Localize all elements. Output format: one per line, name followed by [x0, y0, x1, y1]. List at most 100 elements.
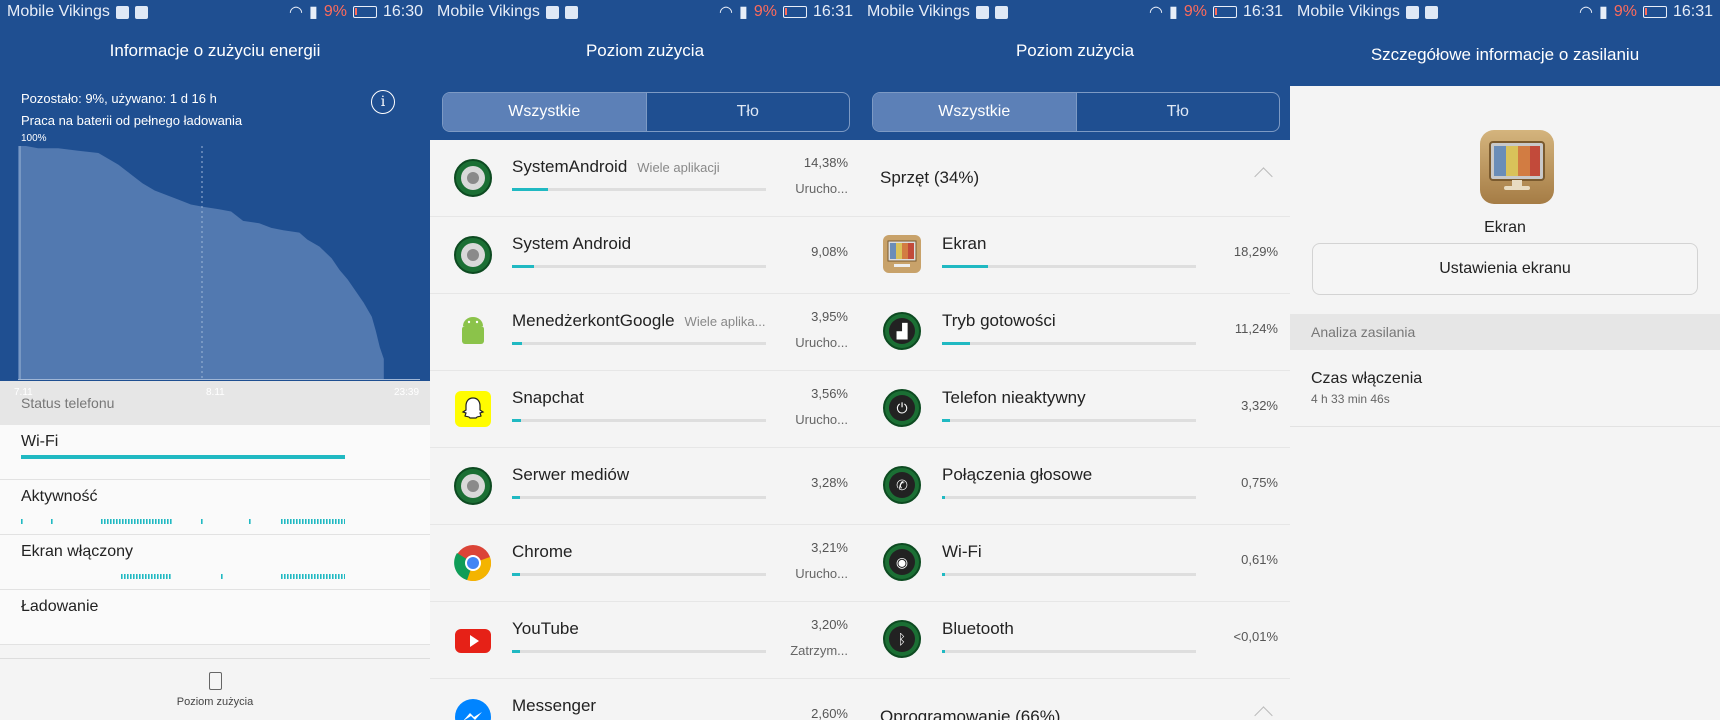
timeline-tick [133, 574, 135, 579]
timeline-tick [201, 519, 203, 524]
timeline-tick [314, 574, 316, 579]
battery-info-screen: Mobile Vikings ◠ ▮ 9% 16:30 Informacje o… [0, 0, 430, 720]
app-row[interactable]: Chrome 3,21% Urucho... [430, 525, 860, 602]
status-row-screen-on: Ekran włączony [0, 535, 430, 590]
usage-bar [512, 265, 766, 268]
battery-percent: 9% [323, 3, 347, 20]
timeline-tick [128, 519, 130, 524]
info-icon[interactable]: i [371, 90, 395, 114]
usage-level-button[interactable]: Poziom zużycia [0, 658, 430, 720]
app-status: Zatrzym... [790, 643, 848, 658]
status-row-label: Ekran włączony [21, 543, 134, 560]
usage-percent: 3,32% [1241, 398, 1278, 413]
app-row[interactable]: System Android 9,08% [430, 217, 860, 294]
timeline-tick [145, 574, 147, 579]
youtube-icon [453, 620, 493, 660]
timeline-tick [284, 519, 286, 524]
power-analysis-header: Analiza zasilania [1290, 314, 1720, 350]
battery-subtitle: Praca na baterii od pełnego ładowania [21, 113, 243, 128]
timeline-tick [127, 574, 129, 579]
app-name: YouTube [512, 619, 579, 638]
timeline-tick [314, 519, 316, 524]
timeline-tick [311, 519, 313, 524]
usage-apps-screen: Mobile Vikings ◠ ▮ 9% 16:31 Poziom zużyc… [430, 0, 860, 720]
usage-bar-fill [512, 650, 520, 653]
timeline-tick [143, 519, 145, 524]
timeline-tick [146, 519, 148, 524]
tab-bar: Wszystkie Tło [872, 92, 1280, 132]
timeline-tick [161, 519, 163, 524]
chevron-up-icon [1254, 706, 1273, 720]
screen-icon [1480, 130, 1554, 204]
timeline-tick [329, 574, 331, 579]
page-title: Poziom zużycia [1015, 41, 1135, 60]
app-row[interactable]: Serwer mediów 3,28% [430, 448, 860, 525]
chrome-icon [453, 543, 493, 583]
usage-bar-fill [942, 496, 945, 499]
hardware-row[interactable]: ◉ Wi-Fi 0,61% [860, 525, 1290, 602]
hardware-row[interactable]: Ekran 18,29% [860, 217, 1290, 294]
timeline-tick [130, 574, 132, 579]
timeline-tick [317, 574, 319, 579]
signal-icon: ▟ [882, 311, 922, 351]
svg-text:▟: ▟ [896, 322, 908, 340]
tab-all[interactable]: Wszystkie [873, 93, 1076, 131]
timeline-tick [152, 519, 154, 524]
wifi-icon: ◠ [719, 4, 734, 21]
battery-icon [352, 6, 377, 18]
status-row-label: Ładowanie [21, 598, 99, 615]
timeline-tick [281, 574, 283, 579]
hardware-name: Połączenia głosowe [942, 465, 1093, 484]
carrier-name: Mobile Vikings [1297, 3, 1400, 20]
app-status: Urucho... [795, 566, 848, 581]
section-hardware[interactable]: Sprzęt (34%) [860, 140, 1290, 217]
timeline-tick [221, 574, 223, 579]
wifi-icon: ◠ [1149, 4, 1164, 21]
timeline-tick [113, 519, 115, 524]
tab-all[interactable]: Wszystkie [443, 93, 646, 131]
timeline-tick [121, 574, 123, 579]
app-name: System Android [512, 234, 632, 253]
hardware-row[interactable]: ᛒ Bluetooth <0,01% [860, 602, 1290, 679]
usage-bar [512, 573, 766, 576]
bluetooth-icon: ᛒ [882, 619, 922, 659]
timeline-tick [320, 574, 322, 579]
usage-bar [512, 650, 766, 653]
carrier-name: Mobile Vikings [7, 3, 110, 20]
hardware-name: Ekran [942, 234, 987, 253]
wifi-icon: ◠ [1579, 4, 1594, 21]
page-title: Szczegółowe informacje o zasilaniu [1370, 45, 1640, 64]
app-row[interactable]: Snapchat 3,56% Urucho... [430, 371, 860, 448]
hardware-row[interactable]: ⏻ Telefon nieaktywny 3,32% [860, 371, 1290, 448]
timeline-tick [338, 519, 340, 524]
hardware-name: Bluetooth [942, 619, 1014, 638]
tab-background[interactable]: Tło [645, 93, 850, 131]
timeline-tick [116, 519, 118, 524]
app-row[interactable]: YouTube 3,20% Zatrzym... [430, 602, 860, 679]
screen-settings-button[interactable]: Ustawienia ekranu [1312, 243, 1698, 295]
activity-timeline [21, 519, 345, 524]
status-row-label: Wi-Fi [21, 433, 59, 450]
section-software[interactable]: Oprogramowanie (66%) [860, 679, 1290, 720]
battery-icon [782, 6, 807, 18]
app-name: Chrome [512, 542, 573, 561]
timeline-tick [308, 519, 310, 524]
hardware-row[interactable]: ▟ Tryb gotowości 11,24% [860, 294, 1290, 371]
chart-x-tick-label: 8.11 [206, 387, 225, 398]
app-row[interactable]: SystemAndroid Wiele aplikacji 14,38% Urucho… [430, 140, 860, 217]
timeline-tick [136, 574, 138, 579]
notification-icon [1405, 5, 1419, 19]
tab-background[interactable]: Tło [1075, 93, 1280, 131]
usage-percent: 11,24% [1234, 321, 1278, 336]
hardware-row[interactable]: ✆ Połączenia głosowe 0,75% [860, 448, 1290, 525]
signal-icon: ▮ [1599, 4, 1608, 21]
battery-icon [1212, 6, 1237, 18]
timeline-tick [299, 519, 301, 524]
app-row[interactable]: Messenger 2,60% [430, 679, 860, 720]
timeline-tick [287, 519, 289, 524]
timeline-tick [344, 519, 345, 524]
app-row[interactable]: MenedżerkontGoogle Wiele aplika... 3,95% Ur… [430, 294, 860, 371]
svg-text:✆: ✆ [896, 478, 908, 494]
image-icon [1424, 5, 1438, 19]
usage-bar [942, 496, 1196, 499]
